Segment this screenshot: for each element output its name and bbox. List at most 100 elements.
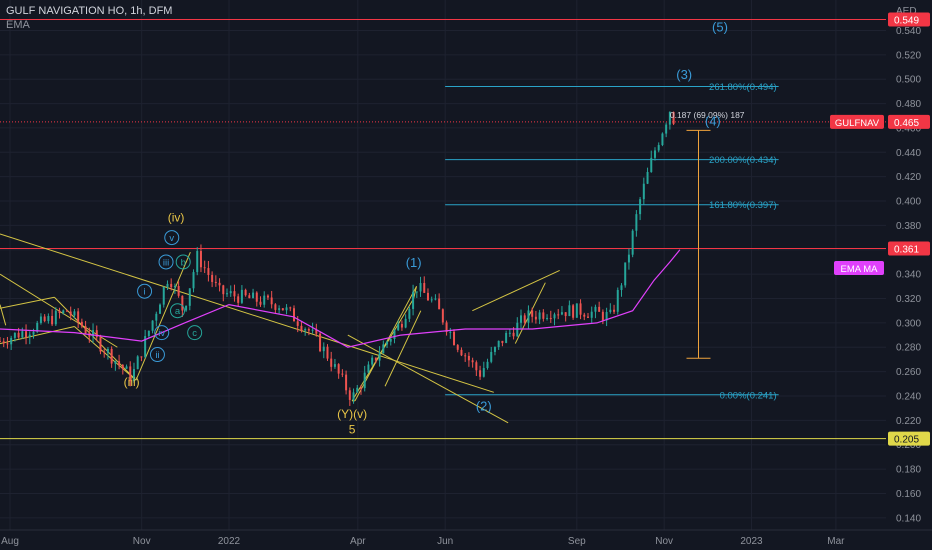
candle-body (218, 282, 221, 286)
candle-body (99, 337, 102, 352)
candle-body (497, 340, 500, 348)
candle-body (549, 317, 552, 319)
fib-level-label: 200.00%(0.434) (709, 155, 777, 166)
candle-body (575, 303, 578, 318)
candle-body (534, 316, 537, 320)
candle-body (326, 346, 329, 359)
candle-body (162, 286, 165, 305)
candle-body (639, 199, 642, 215)
wave-label: 5 (349, 423, 356, 437)
time-tick-label: Aug (1, 536, 19, 547)
candle-body (397, 323, 400, 331)
candle-body (412, 291, 415, 309)
candle-body (173, 285, 176, 288)
candle-body (69, 311, 72, 316)
candle-body (95, 330, 98, 338)
candle-body (10, 337, 13, 345)
time-tick-label: Jun (437, 536, 453, 547)
candle-body (136, 356, 139, 370)
candle-body (635, 214, 638, 231)
wave-circle-label: c (192, 328, 197, 339)
candle-body (240, 289, 243, 303)
candle-body (333, 364, 336, 367)
price-tick-label: 0.440 (896, 148, 921, 159)
wave-circle-label: a (175, 306, 181, 317)
candle-body (103, 351, 106, 353)
price-tick-label: 0.320 (896, 294, 921, 305)
fib-level-label: 161.80%(0.397) (709, 200, 777, 211)
candle-body (147, 330, 150, 337)
candle-body (58, 310, 61, 313)
candle-body (319, 333, 322, 352)
candle-body (222, 285, 225, 295)
candle-body (181, 295, 184, 311)
chart-canvas[interactable]: 261.80%(0.494) 200.00%(0.434) 161.80%(0.39… (0, 0, 932, 550)
candle-body (624, 262, 627, 286)
candle-body (345, 374, 348, 391)
chart-title: GULF NAVIGATION HO, 1h, DFM (6, 5, 173, 17)
candle-body (594, 306, 597, 312)
candle-body (650, 157, 653, 172)
candle-body (523, 315, 526, 323)
candle-body (341, 373, 344, 375)
candle-body (613, 309, 616, 312)
candle-body (311, 329, 314, 331)
candle-body (54, 310, 57, 325)
wave-label: (3) (676, 67, 692, 82)
candle-body (270, 297, 273, 305)
candle-body (441, 309, 444, 323)
candle-body (620, 285, 623, 291)
wave-label: (iii) (124, 375, 140, 389)
candle-body (598, 306, 601, 312)
candle-body (233, 291, 236, 297)
candle-body (505, 332, 508, 343)
candle-body (415, 291, 418, 293)
candle-body (560, 312, 563, 315)
candle-body (586, 316, 589, 318)
candle-body (118, 361, 121, 365)
candle-body (512, 332, 515, 337)
candle-body (456, 345, 459, 350)
price-tick-label: 0.180 (896, 465, 921, 476)
price-tick-label: 0.340 (896, 270, 921, 281)
wave-label: (5) (712, 20, 728, 35)
candle-body (281, 308, 284, 311)
candle-body (423, 283, 426, 293)
candle-body (389, 338, 392, 342)
wave-label: (1) (406, 255, 422, 270)
candle-body (21, 331, 24, 338)
candle-body (642, 183, 645, 200)
candle-body (17, 332, 20, 338)
wave-label: (4) (705, 113, 721, 128)
candle-body (508, 332, 511, 334)
symbol-tag-label: GULFNAV (835, 118, 880, 129)
candle-body (0, 341, 1, 343)
wave-label: (iv) (168, 211, 185, 225)
candle-body (248, 295, 251, 299)
candle-body (330, 358, 333, 367)
candle-body (32, 331, 35, 335)
candle-body (207, 268, 210, 275)
candle-body (252, 292, 255, 299)
candle-body (62, 310, 65, 313)
candle-body (296, 321, 299, 326)
wave-label: (2) (476, 399, 492, 414)
candle-body (404, 318, 407, 328)
candle-body (266, 295, 269, 298)
candle-body (490, 351, 493, 362)
price-tick-label: 0.380 (896, 221, 921, 232)
candle-body (192, 272, 195, 289)
candle-body (185, 305, 188, 311)
candle-body (359, 387, 362, 389)
candle-body (121, 364, 124, 369)
candle-body (196, 251, 199, 273)
candle-body (471, 360, 474, 363)
candle-body (467, 355, 470, 361)
candle-body (464, 355, 467, 357)
candle-body (367, 364, 370, 373)
candle-body (400, 323, 403, 328)
candle-body (527, 310, 530, 323)
price-tick-label: 0.520 (896, 50, 921, 61)
time-tick-label: Nov (655, 536, 673, 547)
candle-body (356, 387, 359, 393)
